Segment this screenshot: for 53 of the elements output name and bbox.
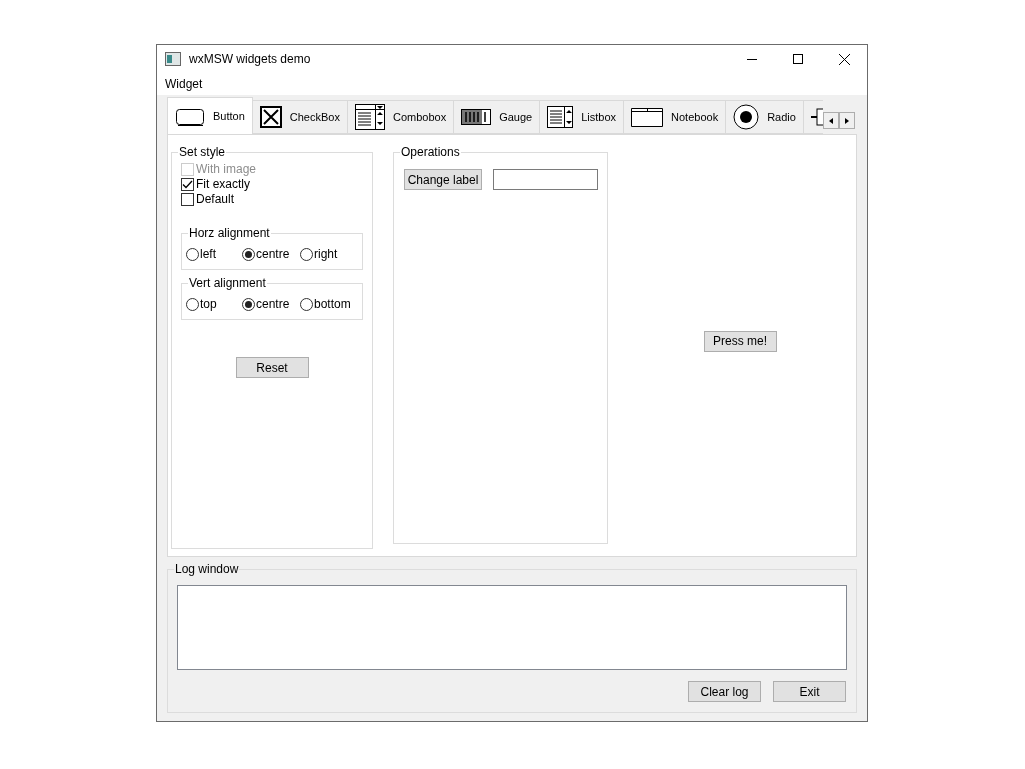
radio-button[interactable] <box>242 247 255 261</box>
tab[interactable]: Radio <box>726 100 804 134</box>
radio-label: right <box>314 246 338 263</box>
text-field[interactable] <box>493 169 598 190</box>
checkbox[interactable] <box>181 192 194 206</box>
group-title: Operations <box>400 145 461 159</box>
tab[interactable]: Notebook <box>624 100 727 134</box>
tab[interactable]: Button <box>167 97 253 134</box>
window-title: wxMSW widgets demo <box>189 51 311 68</box>
radio-button[interactable] <box>300 247 313 261</box>
app-icon <box>165 52 181 66</box>
tab[interactable]: Gauge <box>454 100 541 134</box>
radio-label: centre <box>256 246 290 263</box>
log-button[interactable]: Exit <box>773 681 846 702</box>
group-title: Vert alignment <box>188 276 267 290</box>
radio-label: bottom <box>314 296 351 313</box>
notebook-icon <box>631 107 664 127</box>
menu-item[interactable]: Widget <box>157 75 211 93</box>
checkbox-label: With image <box>196 161 257 178</box>
radio-label: top <box>200 296 217 313</box>
checkbox-icon <box>259 106 282 128</box>
button-shape-icon <box>175 106 205 127</box>
checkbox-label: Fit exactly <box>196 176 250 193</box>
radio-label: centre <box>256 296 290 313</box>
radio-button-icon <box>733 104 760 130</box>
radio-label: left <box>200 246 216 263</box>
scroll-right-button[interactable] <box>839 112 855 129</box>
left-arrow-icon <box>829 117 833 124</box>
tab[interactable]: Combobox <box>347 100 455 134</box>
tab[interactable]: CheckBox <box>252 100 348 134</box>
gauge-icon <box>461 109 492 125</box>
radio-button[interactable] <box>186 297 199 311</box>
log-button[interactable]: Clear log <box>688 681 761 702</box>
minimize-icon <box>747 58 757 60</box>
group-title: Set style <box>178 145 227 159</box>
radio-button[interactable] <box>300 297 313 311</box>
combobox-icon <box>354 104 385 130</box>
checkbox[interactable] <box>181 177 194 191</box>
group-title: Horz alignment <box>188 226 271 240</box>
close-icon <box>838 53 850 65</box>
log-text-area[interactable] <box>177 585 847 670</box>
group-title: Log window <box>174 562 240 576</box>
change-label-button[interactable]: Change label <box>404 169 482 190</box>
maximize-icon <box>793 54 803 64</box>
tab[interactable]: Listbox <box>540 100 625 134</box>
reset-button[interactable]: Reset <box>235 357 309 378</box>
press-me-button[interactable]: Press me! <box>703 330 777 352</box>
listbox-icon <box>547 106 574 128</box>
radio-button[interactable] <box>186 247 199 261</box>
scroll-left-button[interactable] <box>823 112 839 129</box>
right-arrow-icon <box>845 117 849 124</box>
radio-button[interactable] <box>242 297 255 311</box>
checkbox-label: Default <box>196 191 235 208</box>
